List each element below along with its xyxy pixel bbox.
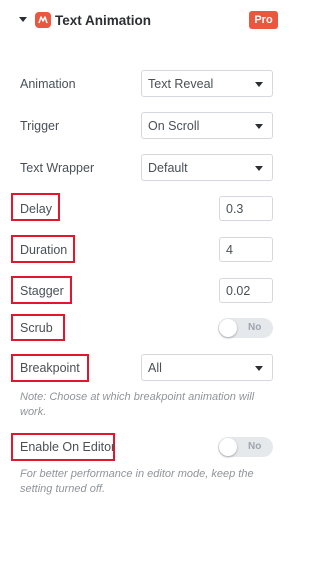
toggle-knob (219, 438, 237, 456)
scrub-toggle[interactable]: No (218, 318, 273, 338)
enable-on-editor-toggle-text: No (248, 441, 262, 452)
animation-select[interactable]: Text Reveal (141, 70, 273, 97)
chevron-down-icon (255, 166, 263, 171)
text-wrapper-label: Text Wrapper (20, 161, 95, 175)
pro-badge: Pro (249, 11, 278, 29)
trigger-select-value: On Scroll (148, 119, 200, 133)
text-animation-panel: Text Animation Pro Animation Text Reveal… (0, 0, 293, 567)
enable-on-editor-note: For better performance in editor mode, k… (20, 468, 254, 495)
stagger-label: Stagger (20, 284, 64, 298)
text-wrapper-select[interactable]: Default (141, 154, 273, 181)
breakpoint-note: Note: Choose at which breakpoint animati… (20, 391, 255, 418)
trigger-label: Trigger (20, 119, 60, 133)
scrub-label: Scrub (20, 321, 53, 335)
animation-label: Animation (20, 77, 76, 91)
enable-on-editor-toggle[interactable]: No (218, 437, 273, 457)
duration-input[interactable]: 4 (219, 237, 273, 262)
section-title: Text Animation (55, 13, 152, 28)
duration-value: 4 (226, 243, 233, 257)
stagger-value: 0.02 (226, 284, 251, 298)
enable-on-editor-label: Enable On Editor (20, 440, 116, 454)
breakpoint-label: Breakpoint (20, 361, 80, 375)
toggle-knob (219, 319, 237, 337)
delay-input[interactable]: 0.3 (219, 196, 273, 221)
chevron-down-icon (255, 82, 263, 87)
delay-value: 0.3 (226, 202, 244, 216)
duration-label: Duration (20, 243, 68, 257)
chevron-down-icon (255, 124, 263, 129)
stagger-input[interactable]: 0.02 (219, 278, 273, 303)
delay-label: Delay (20, 202, 52, 216)
trigger-select[interactable]: On Scroll (141, 112, 273, 139)
breakpoint-select[interactable]: All (141, 354, 273, 381)
widget-icon (35, 12, 51, 28)
text-wrapper-select-value: Default (148, 161, 188, 175)
caret-down-icon[interactable] (19, 17, 27, 22)
section-header[interactable]: Text Animation Pro (0, 0, 293, 40)
animation-select-value: Text Reveal (148, 77, 214, 91)
chevron-down-icon (255, 366, 263, 371)
breakpoint-select-value: All (148, 361, 162, 375)
scrub-toggle-text: No (248, 322, 262, 333)
